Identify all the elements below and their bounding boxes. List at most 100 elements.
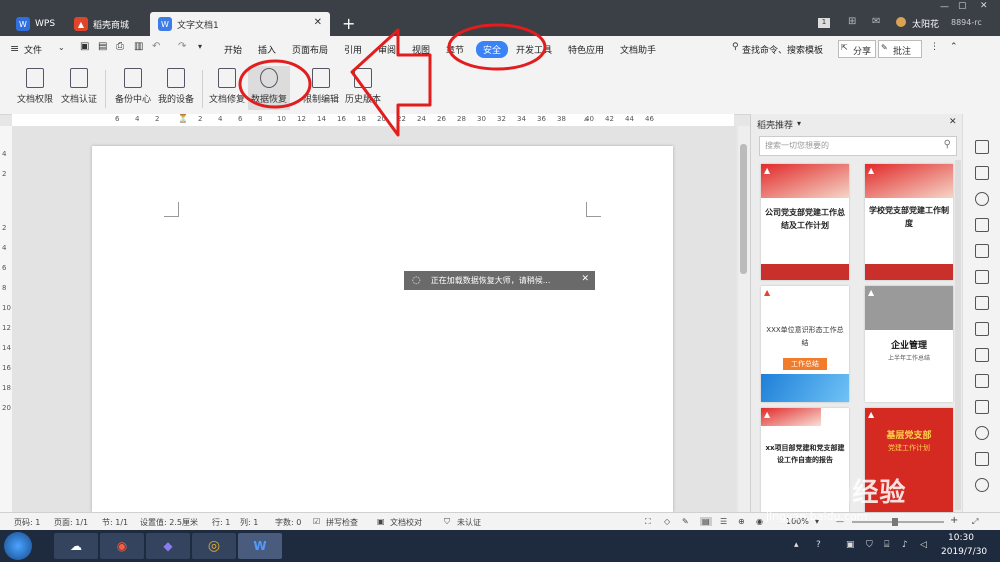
menu-review[interactable]: 审阅 (378, 43, 396, 56)
right-indent-marker[interactable]: ▵ (584, 114, 588, 123)
tray-network-icon[interactable]: ⌸ (884, 540, 889, 550)
tray-arrow-icon[interactable]: ▴ (794, 540, 799, 550)
menu-file[interactable]: 文件 (24, 43, 42, 56)
restrict-edit-button[interactable]: 限制编辑 (300, 66, 342, 110)
select-pointer-icon[interactable] (975, 166, 989, 180)
close-toast-icon[interactable]: ✕ (581, 274, 589, 284)
tray-mic-icon[interactable]: ♪ (902, 540, 908, 550)
menu-special[interactable]: 特色应用 (568, 43, 604, 56)
collapse-ribbon-icon[interactable]: ⌃ (950, 42, 958, 52)
close-window-icon[interactable]: ✕ (980, 1, 988, 11)
close-panel-icon[interactable]: ✕ (949, 117, 957, 127)
save-icon[interactable]: ▣ (80, 41, 89, 52)
template-card[interactable]: ▲ XXX单位意识形态工作总结 工作总结 (761, 286, 849, 402)
translate-icon[interactable] (975, 374, 989, 388)
spell-check-button[interactable]: 拼写检查 (326, 517, 358, 528)
template-card[interactable]: ▲ 企业管理 上半年工作总结 (865, 286, 953, 402)
export-pdf-icon[interactable]: ▤ (98, 41, 107, 52)
tray-help-icon[interactable]: ? (816, 540, 821, 550)
outline-view-icon[interactable]: ☰ (720, 517, 727, 526)
taskbar-app-chrome[interactable]: ◎ (192, 533, 236, 559)
table-icon[interactable] (975, 244, 989, 258)
search-icon[interactable]: ⚲ (944, 139, 951, 150)
menu-home[interactable]: 开始 (224, 43, 242, 56)
data-recovery-button[interactable]: 数据恢复 (248, 66, 290, 110)
document-icon[interactable] (975, 296, 989, 310)
clock-icon[interactable] (975, 426, 989, 440)
maximize-icon[interactable]: ▢ (958, 1, 967, 11)
menu-security[interactable]: 安全 (476, 41, 509, 58)
taskbar-app-player[interactable]: ◉ (100, 533, 144, 559)
avatar[interactable] (896, 17, 906, 27)
web-view-icon[interactable]: ⊕ (738, 517, 745, 526)
chevron-down-icon[interactable]: ▾ (797, 119, 801, 128)
fullscreen-icon[interactable]: ⛶ (645, 517, 651, 527)
proofread-button[interactable]: 文档校对 (390, 517, 422, 528)
share-button[interactable]: ⇱ 分享 (838, 40, 876, 58)
tray-box-icon[interactable]: ▣ (846, 540, 855, 550)
status-page[interactable]: 页码: 1 (14, 517, 40, 528)
start-button-icon[interactable] (4, 532, 32, 560)
template-search-box[interactable]: 搜索一切您想要的 ⚲ (759, 136, 957, 156)
close-tab-icon[interactable]: ✕ (314, 17, 322, 28)
menu-references[interactable]: 引用 (344, 43, 362, 56)
page-view-icon[interactable]: ▤ (700, 517, 712, 526)
taskbar-app-game[interactable]: ◆ (146, 533, 190, 559)
tray-shield-icon[interactable]: ⛉ (866, 540, 873, 550)
hamburger-icon[interactable]: ≡ (10, 42, 19, 55)
mail-icon[interactable]: ✉ (872, 16, 880, 27)
document-page[interactable] (92, 146, 673, 512)
status-words[interactable]: 字数: 0 (275, 517, 301, 528)
certify-status[interactable]: 未认证 (457, 517, 481, 528)
pen-icon[interactable] (975, 140, 989, 154)
scrollbar-thumb[interactable] (740, 144, 747, 274)
menu-page-layout[interactable]: 页面布局 (292, 43, 328, 56)
history-version-button[interactable]: 历史版本 (342, 66, 384, 110)
chevron-down-icon[interactable]: ⌄ (58, 43, 65, 52)
expand-icon[interactable]: ⤢ (972, 517, 978, 527)
shapes-icon[interactable] (975, 192, 989, 206)
menu-insert[interactable]: 插入 (258, 43, 276, 56)
doc-permission-button[interactable]: 文档权限 (14, 66, 56, 110)
menu-chapter[interactable]: 章节 (446, 43, 464, 56)
vertical-scrollbar[interactable] (738, 126, 750, 512)
doc-certify-button[interactable]: 文档认证 (58, 66, 100, 110)
vertical-ruler[interactable]: 4 2 2 4 6 8 10 12 14 16 18 20 (0, 126, 12, 512)
tools-icon[interactable] (975, 452, 989, 466)
adjust-icon[interactable] (975, 270, 989, 284)
command-search[interactable]: 查找命令、搜索模板 (742, 43, 823, 56)
image-icon[interactable] (975, 400, 989, 414)
print-icon[interactable]: ⎙ (116, 41, 124, 52)
tab-document[interactable]: W 文字文档1 ✕ (150, 12, 330, 36)
comment-button[interactable]: ✎ 批注 (878, 40, 922, 58)
new-tab-icon[interactable]: + (342, 14, 355, 33)
left-indent-marker[interactable]: ⏳ (178, 114, 188, 123)
clock-time[interactable]: 10:30 (948, 533, 974, 543)
tab-wps[interactable]: W WPS (8, 12, 60, 36)
redo-icon[interactable]: ↷ (178, 41, 186, 52)
print-preview-icon[interactable]: ▥ (134, 41, 143, 52)
undo-icon[interactable]: ↶ (152, 41, 160, 52)
my-device-button[interactable]: 我的设备 (155, 66, 197, 110)
tab-docer[interactable]: ▲ 稻壳商城 (66, 12, 146, 36)
template-card[interactable]: ▲ 公司党支部党建工作总结及工作计划 (761, 164, 849, 280)
doc-repair-button[interactable]: 文档修复 (206, 66, 248, 110)
skin-icon[interactable]: ⊞ (848, 16, 856, 27)
template-search-input[interactable]: 搜索一切您想要的 (765, 140, 829, 151)
tray-volume-icon[interactable]: ◁ (920, 540, 927, 550)
menu-developer[interactable]: 开发工具 (516, 43, 552, 56)
clock-date[interactable]: 2019/7/30 (941, 547, 987, 557)
minimize-icon[interactable]: — (940, 2, 949, 12)
menu-doc-assistant[interactable]: 文档助手 (620, 43, 656, 56)
panel-scrollbar[interactable] (955, 160, 961, 510)
reading-mode-icon[interactable]: ◇ (664, 517, 670, 526)
taskbar-app-wps[interactable]: W (238, 533, 282, 559)
backup-center-button[interactable]: 备份中心 (112, 66, 154, 110)
bookmark-icon[interactable] (975, 218, 989, 232)
menu-view[interactable]: 视图 (412, 43, 430, 56)
export-icon[interactable] (975, 322, 989, 336)
template-card[interactable]: ▲ 学校党支部党建工作制度 (865, 164, 953, 280)
taskbar-app-weather[interactable]: ☁ (54, 533, 98, 559)
help-icon[interactable] (975, 478, 989, 492)
edit-mode-icon[interactable]: ✎ (682, 517, 689, 526)
